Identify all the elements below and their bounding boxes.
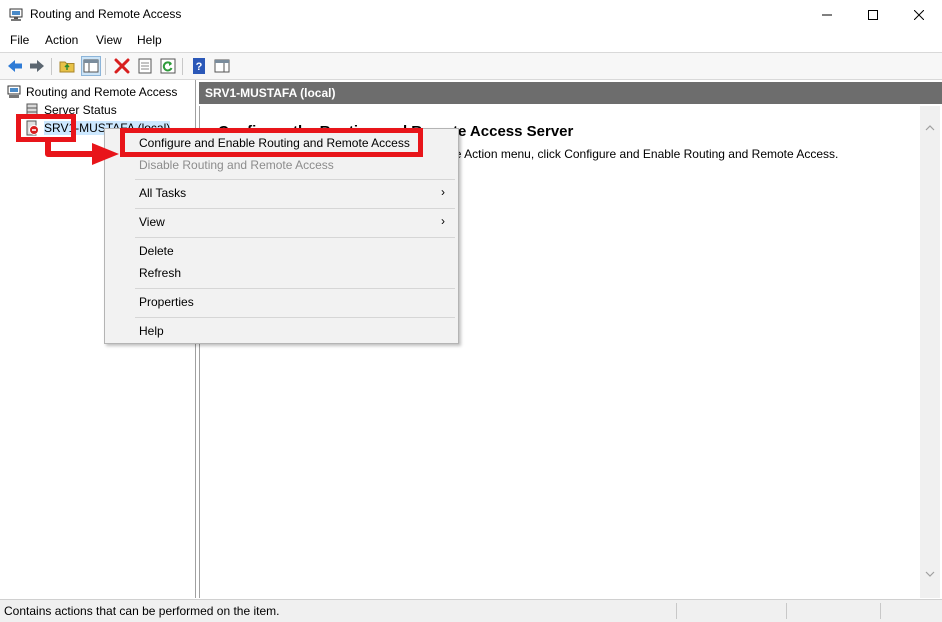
menu-separator bbox=[135, 317, 455, 318]
submenu-arrow-icon: › bbox=[441, 185, 445, 199]
menu-separator bbox=[135, 179, 455, 180]
scroll-up-arrow-icon[interactable] bbox=[920, 118, 940, 138]
annotation-highlight-configure-item bbox=[120, 128, 423, 157]
status-bar: Contains actions that can be performed o… bbox=[0, 599, 942, 622]
help-icon[interactable]: ? bbox=[190, 57, 208, 75]
menu-view[interactable]: View bbox=[96, 33, 122, 47]
vertical-scrollbar[interactable] bbox=[920, 106, 940, 598]
menu-separator bbox=[135, 237, 455, 238]
menu-separator bbox=[135, 208, 455, 209]
toolbar-separator bbox=[51, 58, 52, 75]
menu-item-view[interactable]: View bbox=[139, 215, 165, 229]
window-title: Routing and Remote Access bbox=[30, 7, 182, 21]
back-arrow-icon[interactable] bbox=[6, 57, 24, 75]
toolbar-separator bbox=[182, 58, 183, 75]
tree-root-label: Routing and Remote Access bbox=[26, 85, 178, 99]
menu-item-help[interactable]: Help bbox=[139, 324, 164, 338]
show-hide-tree-icon[interactable] bbox=[81, 56, 101, 76]
menu-item-properties[interactable]: Properties bbox=[139, 295, 194, 309]
refresh-icon[interactable] bbox=[159, 57, 177, 75]
menu-action[interactable]: Action bbox=[45, 33, 78, 47]
minimize-icon bbox=[822, 14, 832, 16]
maximize-icon bbox=[868, 10, 878, 20]
delete-icon[interactable] bbox=[113, 57, 131, 75]
menu-help[interactable]: Help bbox=[137, 33, 162, 47]
toolbar-separator bbox=[105, 58, 106, 75]
menu-file[interactable]: File bbox=[10, 33, 29, 47]
close-icon bbox=[914, 10, 924, 20]
submenu-arrow-icon: › bbox=[441, 214, 445, 228]
menu-item-refresh[interactable]: Refresh bbox=[139, 266, 181, 280]
status-divider bbox=[786, 603, 787, 619]
status-divider bbox=[676, 603, 677, 619]
action-pane-icon[interactable] bbox=[213, 57, 231, 75]
status-divider bbox=[880, 603, 881, 619]
up-folder-icon[interactable] bbox=[59, 57, 77, 75]
forward-arrow-icon[interactable] bbox=[28, 57, 46, 75]
menu-item-disable: Disable Routing and Remote Access bbox=[139, 158, 334, 172]
close-button[interactable] bbox=[896, 0, 942, 30]
context-menu: Configure and Enable Routing and Remote … bbox=[104, 128, 459, 344]
maximize-button[interactable] bbox=[850, 0, 896, 30]
properties-icon[interactable] bbox=[136, 57, 154, 75]
tree-root-node[interactable]: Routing and Remote Access bbox=[6, 83, 177, 101]
toolbar: ? bbox=[0, 52, 942, 80]
detail-pane-header: SRV1-MUSTAFA (local) bbox=[199, 82, 942, 104]
routing-root-icon bbox=[7, 85, 21, 98]
routing-app-icon bbox=[9, 8, 23, 21]
menu-item-all-tasks[interactable]: All Tasks bbox=[139, 186, 186, 200]
title-bar: Routing and Remote Access bbox=[0, 0, 942, 30]
annotation-highlight-server-node bbox=[16, 114, 76, 142]
menu-bar: File Action View Help bbox=[0, 30, 942, 52]
scroll-down-arrow-icon[interactable] bbox=[920, 564, 940, 584]
status-text: Contains actions that can be performed o… bbox=[4, 604, 280, 618]
svg-text:?: ? bbox=[196, 61, 203, 73]
minimize-button[interactable] bbox=[804, 0, 850, 30]
menu-separator bbox=[135, 288, 455, 289]
menu-item-delete[interactable]: Delete bbox=[139, 244, 174, 258]
